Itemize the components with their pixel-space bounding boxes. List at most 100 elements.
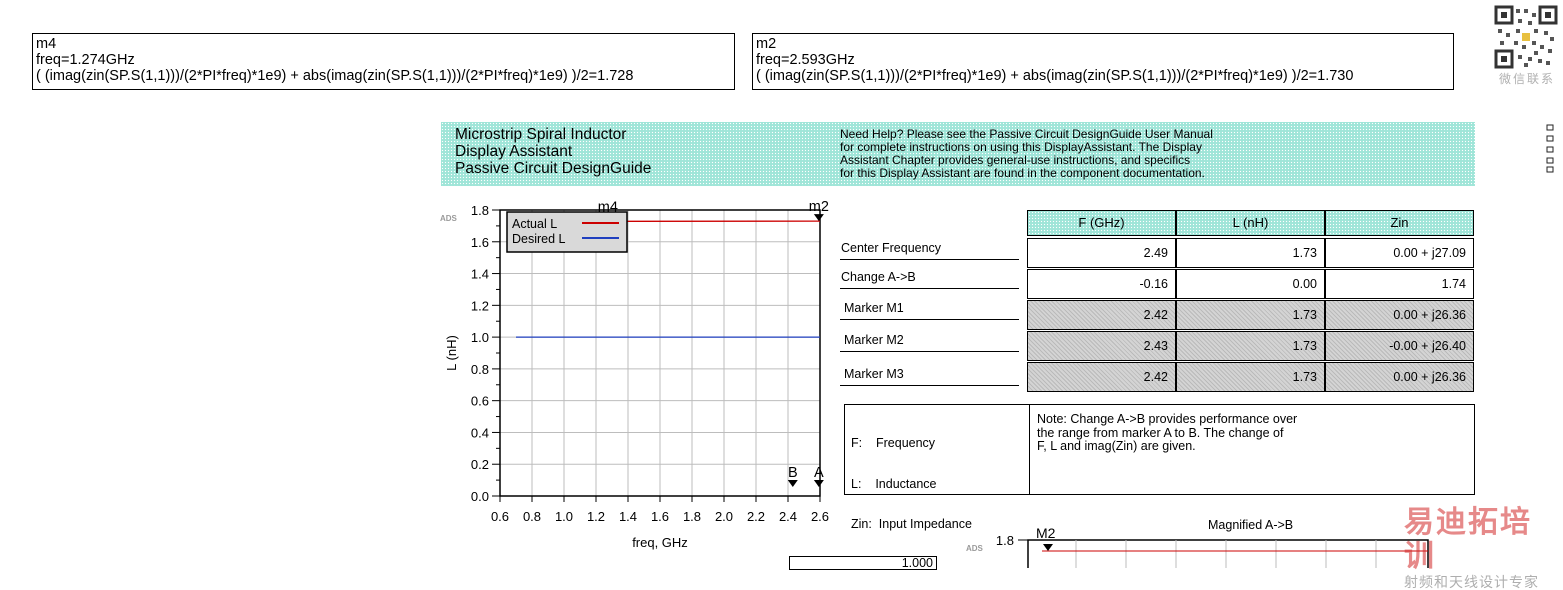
header-title-line: Microstrip Spiral Inductor: [455, 126, 626, 143]
table-cell: 1.73: [1176, 331, 1325, 361]
side-toolbar-icon[interactable]: [1546, 124, 1556, 174]
x-tick-label: 1.8: [683, 509, 701, 524]
marker-readout-m4[interactable]: m4 freq=1.274GHz ( (imag(zin(SP.S(1,1)))…: [32, 33, 735, 90]
y-tick-label: 0.0: [471, 489, 489, 504]
qr-code-icon: [1494, 5, 1558, 69]
definition-item: L: Inductance: [851, 478, 972, 492]
marker-m2-label: m2: [809, 199, 829, 215]
x-tick-label: 2.4: [779, 509, 797, 524]
legend-actual-label: Actual L: [512, 217, 557, 231]
y-tick-label: 1.0: [471, 330, 489, 345]
table-row-label: Marker M1: [844, 301, 904, 315]
x-tick-label: 2.6: [811, 509, 829, 524]
header-help-text: Need Help? Please see the Passive Circui…: [840, 128, 1213, 180]
y-tick-label: 0.8: [471, 362, 489, 377]
table-row-underline: [840, 319, 1019, 320]
magnified-grid: [1076, 540, 1376, 568]
watermark-logo: 易迪拓培训 射频和天线设计专家: [1404, 506, 1563, 568]
qr-caption: 微信联系: [1494, 70, 1560, 87]
table-cell: 0.00 + j27.09: [1325, 238, 1474, 268]
y-tick-label: 0.6: [471, 394, 489, 409]
magnified-marker-label: M2: [1036, 525, 1056, 541]
legend-desired-label: Desired L: [512, 232, 566, 246]
table-cell: 0.00: [1176, 269, 1325, 299]
marker-A-label: A: [814, 465, 824, 481]
y-axis-ticks: 0.00.20.40.60.81.01.21.41.61.8: [471, 203, 500, 504]
table-cell: 2.42: [1027, 362, 1176, 392]
marker-B-triangle[interactable]: [788, 480, 798, 487]
y-tick-label: 1.6: [471, 235, 489, 250]
table-row-underline: [840, 288, 1019, 289]
marker-freq: freq=1.274GHz: [36, 52, 731, 68]
y-tick-label: 1.8: [996, 533, 1014, 548]
magnified-chart[interactable]: ADS 1.8 M2: [960, 524, 1440, 568]
y-tick-label: 1.4: [471, 267, 489, 282]
x-tick-label: 1.0: [555, 509, 573, 524]
table-row-label: Center Frequency: [841, 241, 941, 255]
table-row-underline: [840, 259, 1019, 260]
table-row-label: Marker M3: [844, 367, 904, 381]
y-tick-label: 1.8: [471, 203, 489, 218]
inductance-chart[interactable]: ADS 0.00.20.40.60.81.01.21.41.61.8 0.60.…: [430, 190, 840, 555]
x-tick-label: 1.4: [619, 509, 637, 524]
table-cell: 1.74: [1325, 269, 1474, 299]
marker-expression: ( (imag(zin(SP.S(1,1)))/(2*PI*freq)*1e9)…: [36, 68, 731, 84]
chart-legend: Actual L Desired L: [507, 212, 627, 252]
marker-freq: freq=2.593GHz: [756, 52, 1450, 68]
table-cell: 1.73: [1176, 238, 1325, 268]
x-tick-label: 0.8: [523, 509, 541, 524]
table-header-cell: F (GHz): [1027, 210, 1176, 236]
x-axis-label: freq, GHz: [632, 535, 688, 550]
magnified-marker-triangle[interactable]: [1043, 544, 1053, 551]
header-title-line: Passive Circuit DesignGuide: [455, 160, 651, 177]
x-tick-label: 0.6: [491, 509, 509, 524]
definitions-list: F: Frequency L: Inductance Zin: Input Im…: [851, 410, 972, 559]
note-line: F, L and imag(Zin) are given.: [1037, 440, 1297, 454]
marker-m2-triangle[interactable]: [814, 214, 824, 221]
table-cell: 2.49: [1027, 238, 1176, 268]
marker-A-triangle[interactable]: [814, 480, 824, 487]
definitions-divider: [1029, 405, 1030, 494]
table-row-label: Marker M2: [844, 333, 904, 347]
x-tick-label: 1.2: [587, 509, 605, 524]
logo-text: 易迪拓培训: [1404, 506, 1563, 574]
y-axis-label: L (nH): [444, 335, 459, 371]
x-tick-label: 1.6: [651, 509, 669, 524]
marker-name: m4: [36, 36, 731, 52]
table-row-label: Change A->B: [841, 270, 916, 284]
table-header-cell: Zin: [1325, 210, 1474, 236]
table-row-underline: [840, 385, 1019, 386]
table-row-underline: [840, 351, 1019, 352]
y-tick-label: 0.2: [471, 457, 489, 472]
marker-readout-m2[interactable]: m2 freq=2.593GHz ( (imag(zin(SP.S(1,1)))…: [752, 33, 1454, 90]
table-cell: 0.00 + j26.36: [1325, 300, 1474, 330]
logo-subtext: 射频和天线设计专家: [1404, 574, 1563, 590]
marker-expression: ( (imag(zin(SP.S(1,1)))/(2*PI*freq)*1e9)…: [756, 68, 1450, 84]
definition-item: F: Frequency: [851, 437, 972, 451]
table-cell: -0.16: [1027, 269, 1176, 299]
table-cell: 0.00 + j26.36: [1325, 362, 1474, 392]
x-tick-label: 2.0: [715, 509, 733, 524]
x-tick-label: 2.2: [747, 509, 765, 524]
marker-name: m2: [756, 36, 1450, 52]
plot-frame: [1028, 540, 1428, 568]
x-axis-ticks: 0.6 0.8 1.0 1.2 1.4 1.6 1.8 2.0 2.2 2.4 2.6: [491, 496, 829, 524]
table-cell: 1.73: [1176, 300, 1325, 330]
chart-markers[interactable]: m4m2BA: [598, 199, 829, 487]
ads-tag: ADS: [440, 214, 458, 223]
table-cell: 1.73: [1176, 362, 1325, 392]
table-cell: 2.43: [1027, 331, 1176, 361]
table-header-cell: L (nH): [1176, 210, 1325, 236]
y-tick-label: 1.2: [471, 298, 489, 313]
note-line: Note: Change A->B provides performance o…: [1037, 413, 1297, 427]
note-text: Note: Change A->B provides performance o…: [1037, 413, 1297, 454]
header-title-line: Display Assistant: [455, 143, 572, 160]
help-line: for this Display Assistant are found in …: [840, 167, 1213, 180]
definition-item: Zin: Input Impedance: [851, 518, 972, 532]
definitions-box: F: Frequency L: Inductance Zin: Input Im…: [844, 404, 1475, 495]
chart-grid: [500, 210, 820, 496]
table-cell: 2.42: [1027, 300, 1176, 330]
display-assistant-header: Microstrip Spiral Inductor Display Assis…: [441, 122, 1475, 186]
table-cell: -0.00 + j26.40: [1325, 331, 1474, 361]
note-line: the range from marker A to B. The change…: [1037, 427, 1297, 441]
